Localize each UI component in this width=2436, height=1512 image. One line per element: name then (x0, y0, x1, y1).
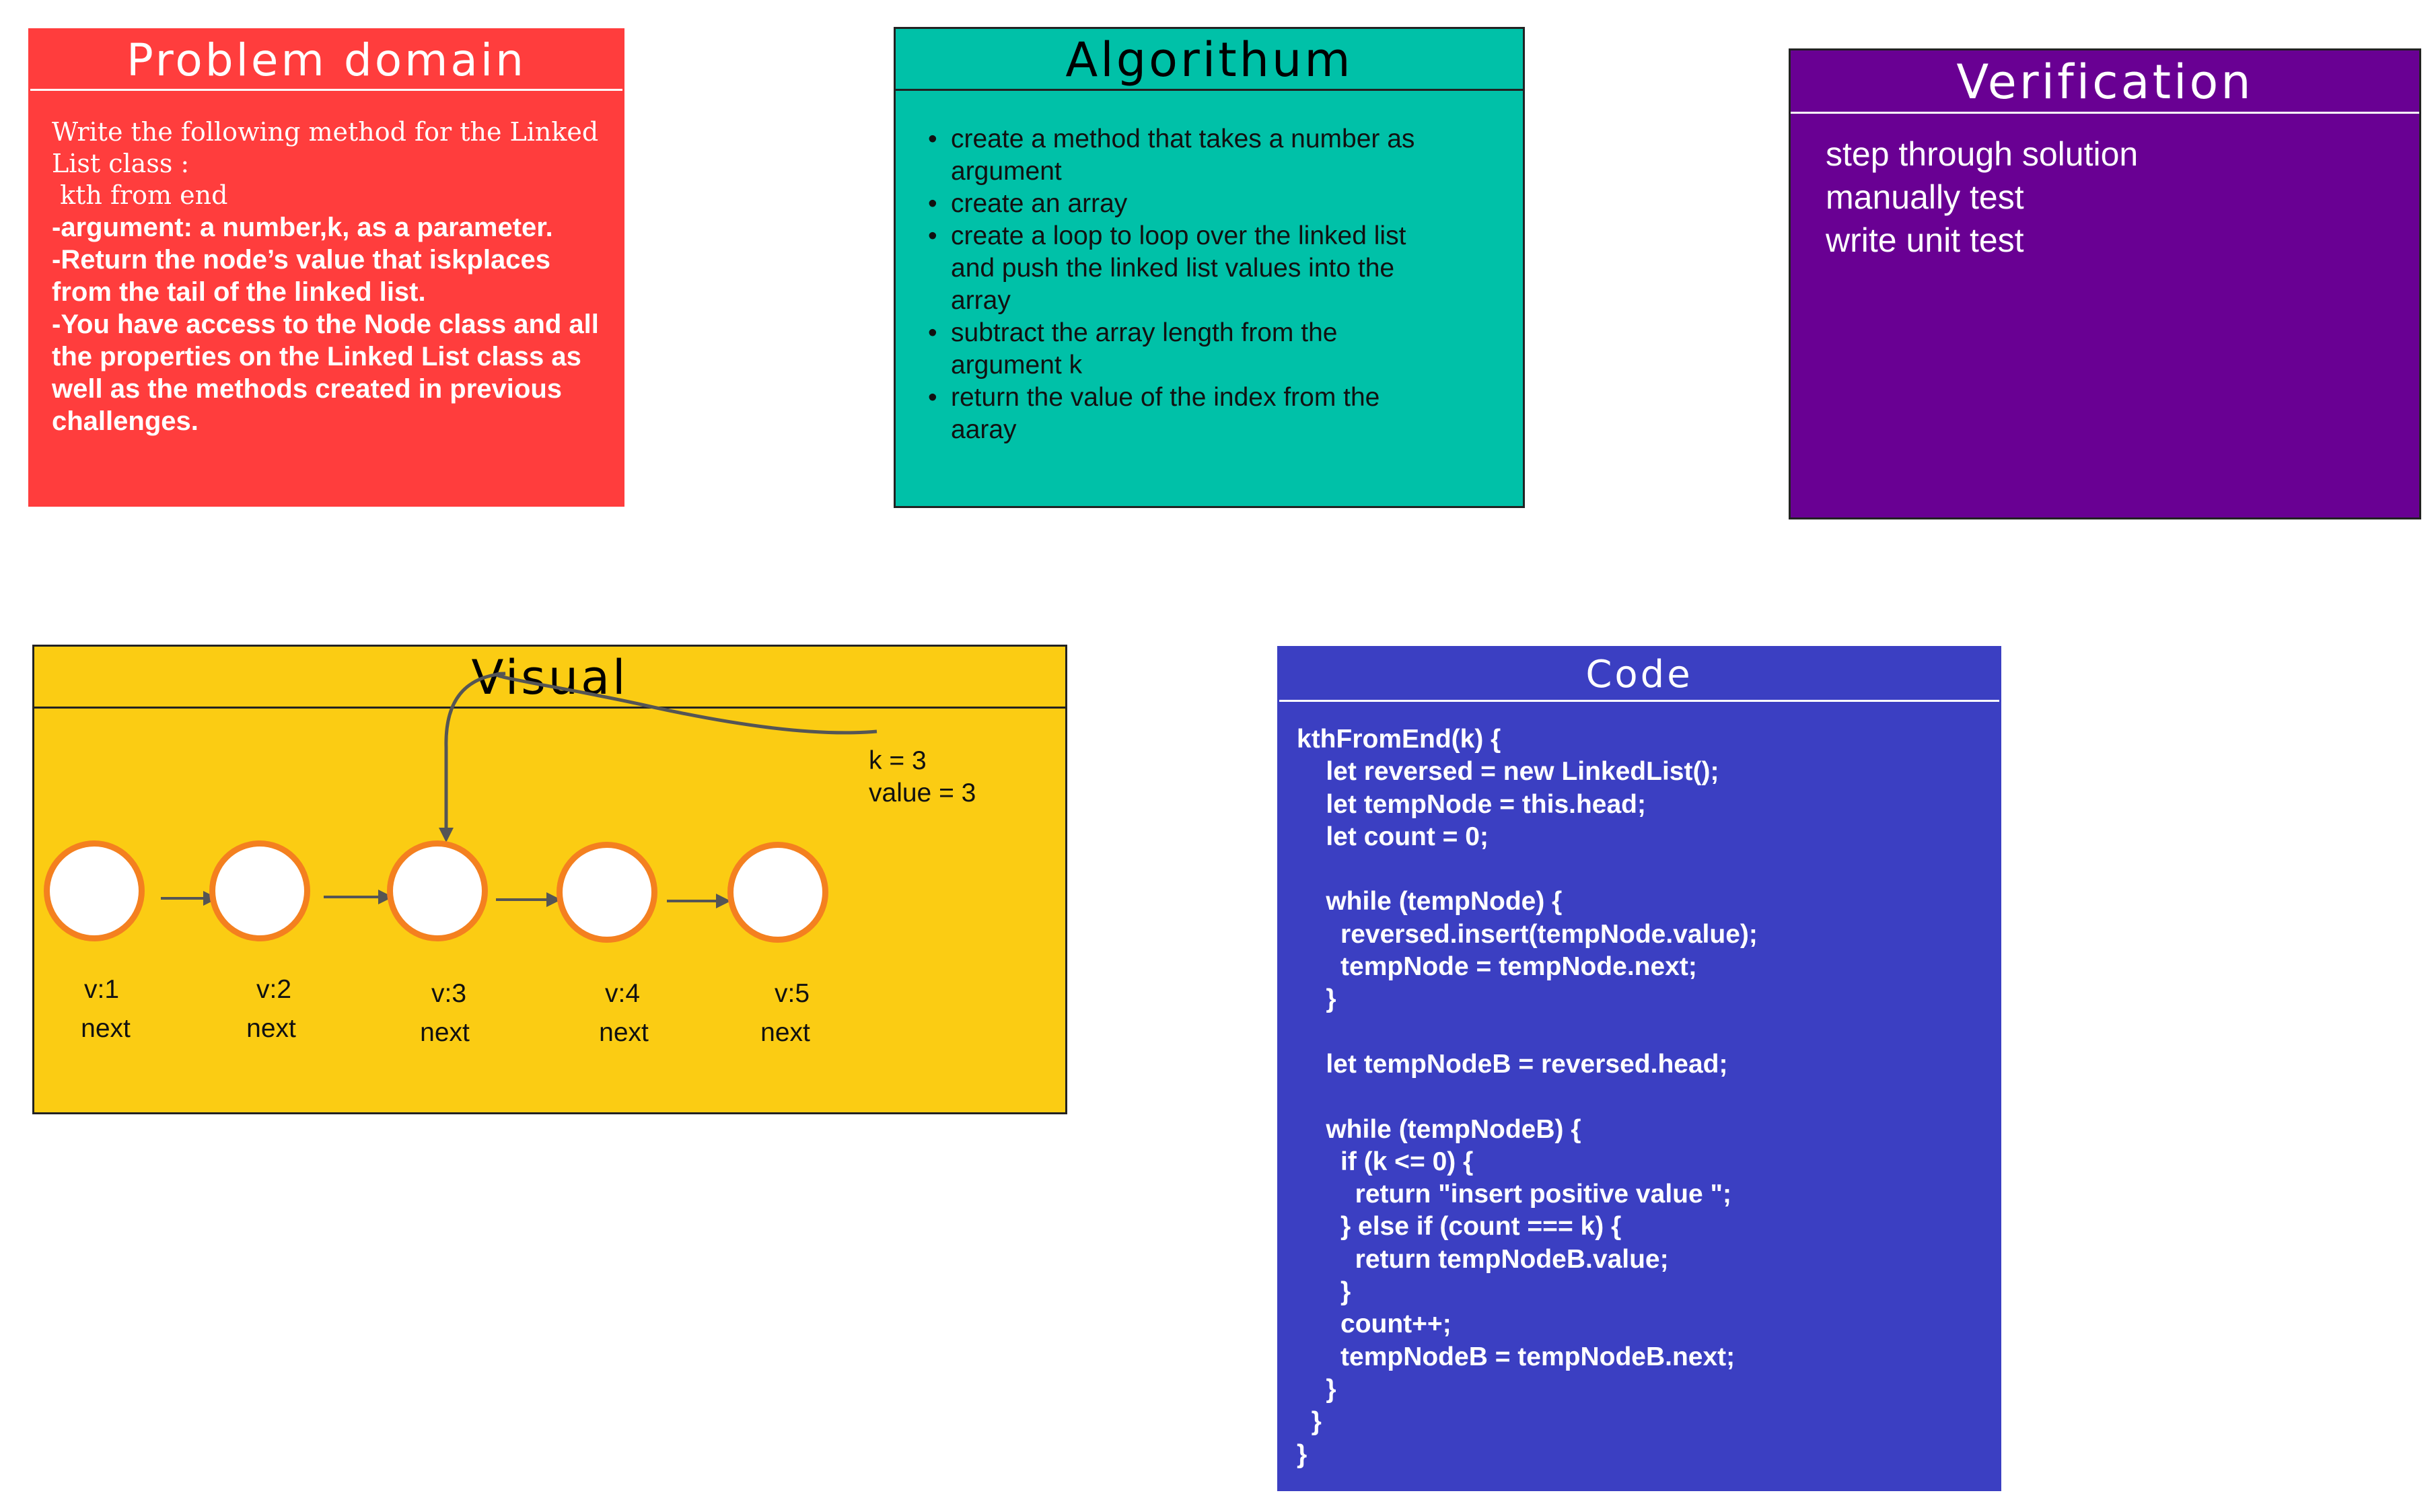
problem-domain-panel: Problem domain Write the following metho… (28, 28, 624, 507)
list-node (44, 840, 145, 941)
algorithm-list: • create a method that takes a number as … (923, 123, 1434, 446)
list-node (727, 842, 828, 943)
bullet-icon: • (928, 124, 937, 153)
k-note: k = 3 (869, 746, 927, 775)
problem-domain-title: Problem domain (30, 30, 622, 91)
algorithm-step-text: create an array (951, 189, 1128, 218)
problem-intro: Write the following method for the Linke… (52, 117, 599, 210)
node-next-label: next (81, 1014, 131, 1043)
node-value-label: v:5 (774, 979, 810, 1008)
code-title: Code (1279, 648, 1999, 702)
node-value-label: v:3 (431, 979, 467, 1008)
verification-item: manually test (1826, 178, 2024, 216)
problem-domain-body: Write the following method for the Linke… (52, 116, 604, 437)
bullet-icon: • (928, 383, 937, 412)
algorithm-body: • create a method that takes a number as … (923, 123, 1434, 446)
value-note: value = 3 (869, 779, 976, 807)
algorithm-panel: Algorithum • create a method that takes a… (894, 27, 1525, 508)
verification-title: Verification (1791, 50, 2419, 114)
algorithm-step-text: create a method that takes a number as a… (951, 124, 1415, 186)
node-next-label: next (420, 1018, 470, 1047)
verification-item: step through solution (1826, 135, 2139, 173)
problem-line: -Return the node’s value that iskplaces … (52, 245, 550, 307)
visual-arrows (161, 672, 877, 908)
bullet-icon: • (928, 221, 937, 250)
k-pointer-arrow (439, 672, 877, 842)
node-next-label: next (599, 1018, 649, 1047)
code-block: kthFromEnd(k) { let reversed = new Linke… (1297, 725, 1758, 1469)
algorithm-step-text: return the value of the index from the a… (951, 383, 1380, 444)
node-next-label: next (246, 1014, 296, 1043)
problem-line: -argument: a number,k, as a parameter. (52, 213, 553, 242)
algorithm-step-text: create a loop to loop over the linked li… (951, 221, 1406, 315)
algorithm-step-text: subtract the array length from the argum… (951, 318, 1338, 380)
algorithm-step: • return the value of the index from the … (928, 382, 1434, 446)
verification-panel: Verification step through solution manua… (1789, 48, 2421, 519)
code-panel: Code kthFromEnd(k) { let reversed = new … (1277, 646, 2001, 1491)
algorithm-step: • subtract the array length from the argu… (928, 317, 1434, 382)
algorithm-step: • create a method that takes a number as … (928, 123, 1434, 188)
bullet-icon: • (928, 189, 937, 218)
list-node (557, 842, 657, 943)
problem-line: -You have access to the Node class and a… (52, 310, 599, 436)
algorithm-step: • create an array (928, 188, 1434, 220)
node-value-label: v:1 (83, 975, 120, 1004)
node-value-label: v:4 (604, 979, 641, 1008)
algorithm-step: • create a loop to loop over the linked l… (928, 220, 1434, 317)
list-node (209, 840, 310, 941)
node-value-label: v:2 (256, 975, 292, 1004)
node-next-label: next (760, 1018, 810, 1047)
verification-item: write unit test (1826, 221, 2024, 259)
code-body: kthFromEnd(k) { let reversed = new Linke… (1297, 723, 1983, 1471)
list-node (387, 840, 488, 941)
bullet-icon: • (928, 318, 937, 347)
visual-panel: Visual v:1 next v:2 next v:3 next v:4 ne… (32, 645, 1067, 1114)
algorithm-title: Algorithum (896, 29, 1523, 91)
verification-body: step through solution manually test writ… (1826, 133, 2377, 262)
